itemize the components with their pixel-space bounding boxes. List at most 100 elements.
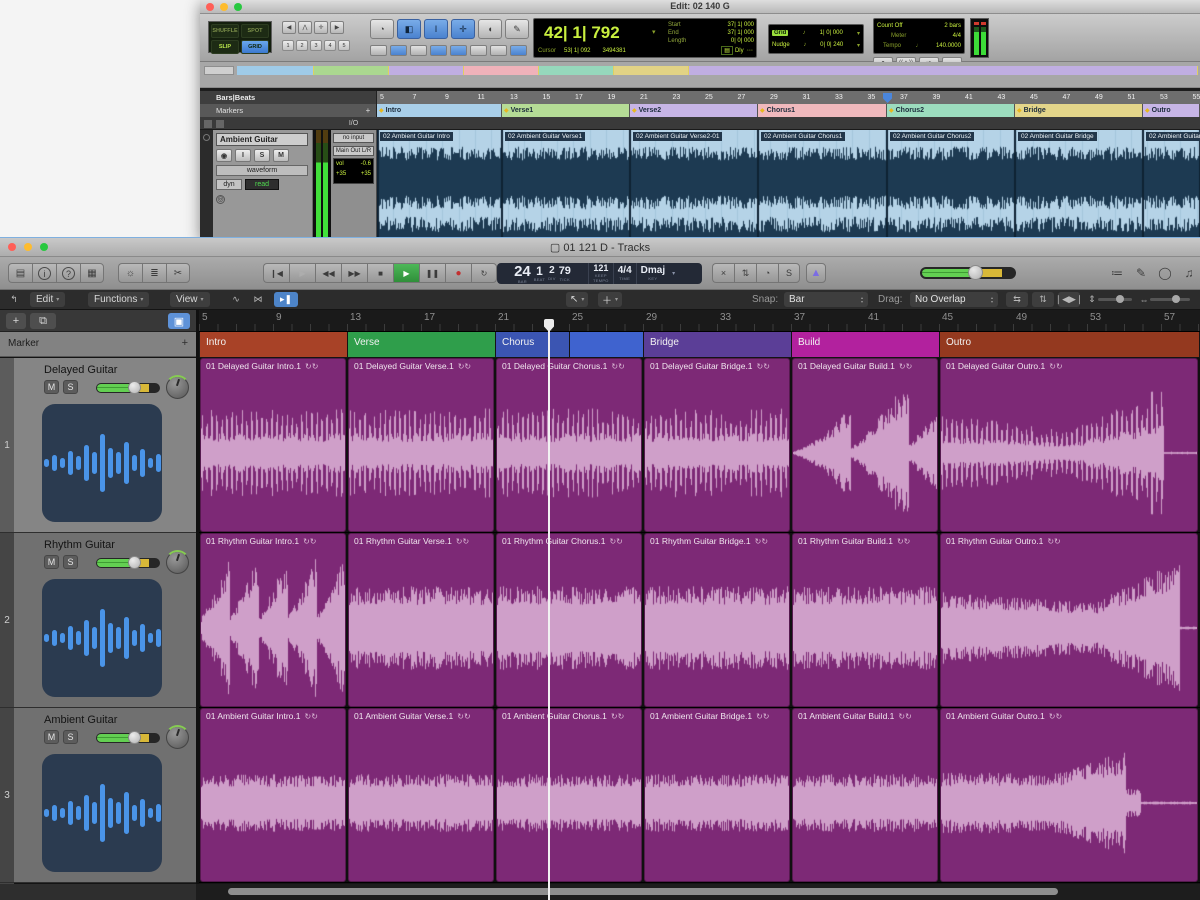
mode-slip-button[interactable]: SLIP — [211, 40, 239, 54]
pan-right-value[interactable]: +35 — [361, 171, 371, 177]
quick-help-button[interactable]: ? — [56, 263, 80, 283]
chevron-down-icon[interactable]: ▾ — [652, 28, 656, 36]
audio-region[interactable]: 01 Ambient Guitar Build.1↻↻ — [792, 708, 938, 882]
solo-mode-button[interactable]: S — [778, 263, 800, 283]
solo-button[interactable]: S — [63, 730, 78, 744]
edit-toggle-6[interactable] — [490, 45, 507, 56]
count-off-label[interactable]: Count Off — [877, 21, 903, 31]
note-pads-button[interactable]: ✎ — [1132, 264, 1150, 282]
chevron-down-icon[interactable]: ▾ — [857, 42, 860, 49]
end-value[interactable]: 37| 1| 000 — [728, 29, 754, 37]
scrollbar-thumb[interactable] — [228, 888, 1058, 895]
input-monitor-button[interactable]: I — [235, 149, 251, 162]
snap-select[interactable]: Bar ▴▾ — [784, 292, 868, 307]
track-volume-slider[interactable] — [96, 558, 160, 568]
audio-region[interactable]: 01 Rhythm Guitar Verse.1↻↻ — [348, 533, 494, 707]
zoom-preset-5[interactable]: 5 — [338, 40, 350, 51]
zoom-preset-2[interactable]: 2 — [296, 40, 308, 51]
rewind-button[interactable]: ◀◀ — [315, 263, 341, 283]
automation-read-button[interactable]: read — [245, 179, 279, 190]
audio-region[interactable]: 01 Delayed Guitar Outro.1↻↻ — [940, 358, 1198, 532]
audio-region[interactable]: 01 Rhythm Guitar Outro.1↻↻ — [940, 533, 1198, 707]
vertical-zoom-icon[interactable]: ⇕ — [1088, 292, 1096, 307]
eighth-note-icon[interactable]: ♪ — [803, 42, 806, 48]
pt-marker-verse1[interactable]: ◆Verse1 — [502, 104, 630, 117]
horizontal-zoom-slider[interactable] — [1150, 298, 1190, 301]
arrangement-marker-outro[interactable]: Outro — [940, 332, 1200, 357]
nudge-value[interactable]: 0| 0| 240 — [820, 42, 843, 48]
smart-controls-button[interactable]: ☼ — [118, 263, 142, 283]
audio-region[interactable]: 01 Delayed Guitar Chorus.1↻↻ — [496, 358, 642, 532]
edit-menu-button[interactable]: Edit▾ — [30, 292, 65, 307]
pt-marker-chorus1[interactable]: ◆Chorus1 — [758, 104, 887, 117]
audio-region[interactable]: 01 Rhythm Guitar Bridge.1↻↻ — [644, 533, 790, 707]
vertical-zoom-slider[interactable] — [1098, 298, 1132, 301]
playhead-line[interactable] — [548, 324, 550, 900]
cycle-button[interactable]: ↻ — [471, 263, 497, 283]
marker-lane-header[interactable]: Marker + — [0, 332, 196, 357]
metronome-button[interactable]: ▲ — [806, 263, 826, 283]
zoom-expand-icon[interactable]: ✛ — [314, 21, 328, 34]
automation-dyn-button[interactable]: dyn — [216, 179, 242, 190]
zoom-tool[interactable]: ◔ — [370, 19, 394, 39]
audio-region[interactable]: 01 Ambient Guitar Bridge.1↻↻ — [644, 708, 790, 882]
pt-region-label[interactable]: 02 Ambient Guitar Chorus2 — [890, 132, 974, 141]
automation-icon[interactable]: ∿ — [228, 292, 244, 307]
track-state-icon[interactable] — [203, 134, 210, 141]
inspector-button[interactable]: i — [32, 263, 56, 283]
pt-marker-verse2[interactable]: ◆Verse2 — [630, 104, 758, 117]
audio-region[interactable]: 01 Ambient Guitar Chorus.1↻↻ — [496, 708, 642, 882]
volume-knob[interactable] — [128, 381, 141, 394]
add-marker-button[interactable]: + — [363, 105, 373, 115]
audio-region[interactable]: 01 Rhythm Guitar Chorus.1↻↻ — [496, 533, 642, 707]
audio-region[interactable]: 01 Ambient Guitar Intro.1↻↻ — [200, 708, 346, 882]
input-selector[interactable]: no input — [333, 133, 374, 143]
zoom-preset-3[interactable]: 3 — [310, 40, 322, 51]
audio-region[interactable]: 01 Ambient Guitar Verse.1↻↻ — [348, 708, 494, 882]
output-selector[interactable]: Main Out L/R — [333, 146, 374, 156]
bars-beats-ruler-label[interactable]: Bars|Beats — [200, 91, 377, 104]
pt-region-label[interactable]: 02 Ambient Guitar Intro — [380, 132, 453, 141]
edit-toggle-2[interactable] — [410, 45, 427, 56]
editors-button[interactable]: ✂ — [166, 263, 190, 283]
timeline-insertion-icon[interactable]: ▤ — [721, 46, 733, 55]
grid-value[interactable]: 1| 0| 000 — [820, 30, 843, 36]
zoom-preset-4[interactable]: 4 — [324, 40, 336, 51]
go-to-beginning-button[interactable]: ❙◀ — [263, 263, 289, 283]
grabber-tool[interactable]: ✛ — [451, 19, 475, 39]
markers-ruler-label[interactable]: Markers — [200, 104, 377, 117]
waveform-zoom-icon[interactable]: ⋀ — [298, 21, 312, 34]
audio-region[interactable]: 01 Ambient Guitar Outro.1↻↻ — [940, 708, 1198, 882]
pan-left-value[interactable]: +35 — [336, 171, 346, 177]
track-header-1[interactable]: Delayed GuitarMS — [14, 358, 196, 533]
track-header-2[interactable]: Rhythm GuitarMS — [14, 533, 196, 708]
waveform-zoom-icon[interactable]: ⇆ — [1006, 292, 1028, 307]
volume-knob[interactable] — [128, 556, 141, 569]
universe-thumb[interactable] — [204, 66, 234, 75]
forward-button[interactable]: ▶▶ — [341, 263, 367, 283]
edit-toggle-3[interactable] — [430, 45, 447, 56]
volume-knob[interactable] — [968, 265, 983, 280]
edit-toggle-5[interactable] — [470, 45, 487, 56]
volume-knob[interactable] — [128, 731, 141, 744]
mute-button[interactable]: M — [44, 555, 59, 569]
zoom-in-icon[interactable]: ▶ — [330, 21, 344, 34]
edit-toggle-4[interactable] — [450, 45, 467, 56]
pan-knob[interactable] — [166, 376, 189, 399]
audio-region[interactable]: 01 Delayed Guitar Bridge.1↻↻ — [644, 358, 790, 532]
tool-pointer-icon[interactable]: ↰ — [6, 292, 22, 307]
record-button[interactable]: ● — [445, 263, 471, 283]
auto-track-zoom-icon[interactable]: ⇅ — [1032, 292, 1054, 307]
mode-spot-button[interactable]: SPOT — [241, 24, 269, 38]
audio-region[interactable]: 01 Rhythm Guitar Intro.1↻↻ — [200, 533, 346, 707]
track-header-config-button[interactable]: ▣ — [168, 313, 190, 329]
apple-loops-button[interactable]: ◯ — [1156, 264, 1174, 282]
pt-markers-ruler[interactable]: Markers + ◆Intro◆Verse1◆Verse2◆Chorus1◆C… — [200, 104, 1200, 117]
pt-marker-intro[interactable]: ◆Intro — [377, 104, 502, 117]
horizontal-scrollbar[interactable] — [0, 884, 1200, 900]
track-header-3[interactable]: Ambient GuitarMS — [14, 708, 196, 883]
add-marker-button[interactable]: + — [182, 337, 188, 349]
pt-universe-view[interactable] — [200, 62, 1200, 88]
lg-lcd-display[interactable]: 24BAR 1BEAT 2DIV 79TICK 121KEEPTEMPO 4/4… — [497, 263, 702, 284]
trim-tool[interactable]: ◧ — [397, 19, 421, 39]
